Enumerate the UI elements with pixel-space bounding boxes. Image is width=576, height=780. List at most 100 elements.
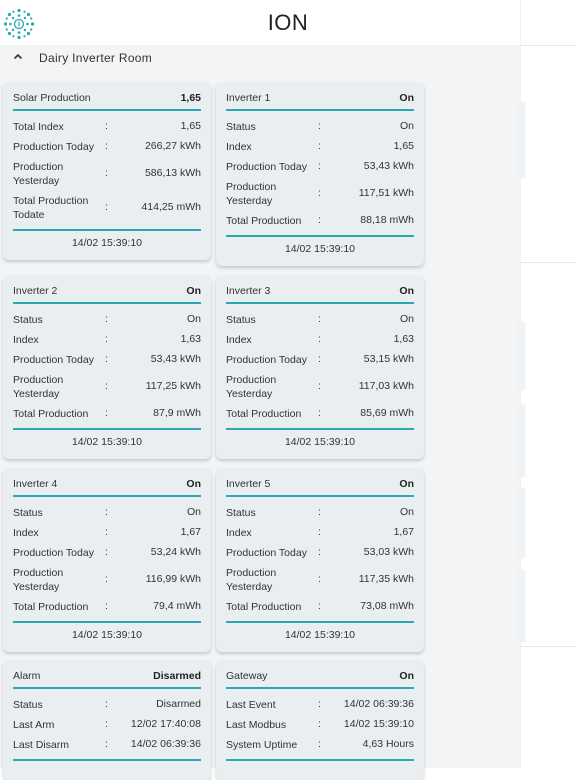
row-label: Total Production	[226, 215, 302, 227]
inverter-1-card[interactable]: Inverter 1 On Status: On Index:1,65 Produ…	[216, 82, 424, 266]
row-value: Disarmed	[156, 698, 201, 710]
row-label: Index	[226, 141, 252, 153]
row-separator: :	[318, 506, 321, 518]
row-separator: :	[318, 160, 321, 172]
row-value: On	[186, 506, 201, 518]
card-timestamp: 14/02 15:39:10	[71, 237, 143, 249]
card-divider	[226, 621, 414, 623]
row-separator: :	[105, 506, 108, 518]
row-separator: :	[105, 738, 108, 750]
app-header: ION	[0, 0, 576, 48]
card-timestamp: 14/02 15:39:10	[284, 243, 356, 255]
row-separator: :	[105, 573, 108, 585]
row-label: System Uptime	[226, 739, 298, 751]
row-separator: :	[318, 573, 321, 585]
data-row: Status: Disarmed	[13, 698, 201, 714]
row-value: 14/02 06:39:36	[343, 698, 414, 710]
alarm-card[interactable]: Alarm Disarmed Status: Disarmed Last Arm:…	[3, 660, 211, 780]
row-separator: :	[318, 738, 321, 750]
row-label: Last Event	[226, 699, 276, 711]
data-row: Status: On	[226, 120, 414, 136]
data-row: Total Production: 87,9 mWh	[13, 407, 201, 423]
card-timestamp: 14/02 15:39:10	[284, 629, 356, 641]
inverter-2-card[interactable]: Inverter 2 On Status: On Index:1,63 Produ…	[3, 275, 211, 459]
right-pane-divider	[520, 45, 576, 46]
row-separator: :	[105, 698, 108, 710]
row-value: On	[399, 120, 414, 132]
solar-production-card[interactable]: Solar Production 1,65 Total Index:1,65 P…	[3, 82, 211, 260]
right-pane-divider	[520, 262, 576, 263]
row-separator: :	[105, 333, 108, 345]
row-value: 1,67	[393, 526, 414, 538]
data-row: Index: 1,65	[226, 140, 414, 156]
row-separator: :	[318, 140, 321, 152]
row-label: Production Today	[13, 141, 94, 153]
row-separator: :	[105, 718, 108, 730]
row-separator: :	[318, 526, 321, 538]
data-row: Production Yesterday: 116,99 kWh	[13, 566, 201, 594]
row-value: 1,65	[180, 120, 201, 132]
row-value: 117,25 kWh	[145, 380, 201, 392]
right-pane-card-edge	[518, 570, 524, 642]
row-label: Index	[226, 334, 252, 346]
row-value: 53,24 kWh	[150, 546, 201, 558]
row-separator: :	[318, 380, 321, 392]
row-separator: :	[318, 600, 321, 612]
data-row: Status: On	[226, 506, 414, 522]
data-row: System Uptime: 4,63 Hours	[226, 738, 414, 754]
right-pane-divider	[520, 646, 576, 647]
right-pane-card-edge	[518, 102, 524, 178]
row-value: 1,63	[393, 333, 414, 345]
section-header[interactable]: Dairy Inverter Room	[0, 46, 520, 72]
chevron-up-icon[interactable]	[13, 52, 23, 62]
row-separator: :	[318, 718, 321, 730]
row-value: 14/02 06:39:36	[130, 738, 201, 750]
row-label: Total Production Todate	[13, 195, 89, 221]
card-divider	[13, 109, 201, 111]
row-value: On	[186, 313, 201, 325]
row-label: Total Production	[13, 408, 89, 420]
row-separator: :	[318, 698, 321, 710]
row-value: 79,4 mWh	[153, 600, 201, 612]
row-separator: :	[105, 353, 108, 365]
row-separator: :	[105, 201, 108, 213]
inverter-3-card[interactable]: Inverter 3 On Status: On Index:1,63 Produ…	[216, 275, 424, 459]
section-label: Dairy Inverter Room	[39, 51, 153, 65]
row-label: Production Today	[13, 354, 94, 366]
row-label: Index	[226, 527, 252, 539]
data-row: Index: 1,63	[226, 333, 414, 349]
row-label: Status	[13, 314, 43, 326]
row-value: 1,63	[180, 333, 201, 345]
row-label: Production Today	[226, 354, 307, 366]
data-row: Index: 1,67	[13, 526, 201, 542]
data-row: Total Production: 79,4 mWh	[13, 600, 201, 616]
row-value: 117,51 kWh	[358, 187, 414, 199]
data-row: Production Today: 53,15 kWh	[226, 353, 414, 369]
row-value: 117,03 kWh	[358, 380, 414, 392]
right-pane-card-edge	[518, 405, 524, 477]
row-label: Production Yesterday	[13, 567, 64, 593]
inverter-4-card[interactable]: Inverter 4 On Status: On Index:1,67 Produ…	[3, 468, 211, 652]
row-label: Total Production	[226, 408, 302, 420]
gateway-card[interactable]: Gateway On Last Event:14/02 06:39:36 Las…	[216, 660, 424, 780]
inverter-5-card[interactable]: Inverter 5 On Status: On Index:1,67 Produ…	[216, 468, 424, 652]
row-value: 14/02 15:39:10	[343, 718, 414, 730]
card-divider	[226, 109, 414, 111]
row-value: 12/02 17:40:08	[130, 718, 201, 730]
row-label: Total Production	[13, 601, 89, 613]
row-value: 53,15 kWh	[363, 353, 414, 365]
row-value: 116,99 kWh	[145, 573, 201, 585]
row-value: 73,08 mWh	[360, 600, 414, 612]
card-divider	[13, 687, 201, 689]
row-label: Production Today	[13, 547, 94, 559]
row-value: 53,03 kWh	[363, 546, 414, 558]
data-row: Production Today: 53,24 kWh	[13, 546, 201, 562]
row-value: 266,27 kWh	[144, 140, 201, 152]
right-pane-card-edge	[518, 322, 524, 390]
data-row: Total Production: 73,08 mWh	[226, 600, 414, 616]
row-value: 88,18 mWh	[360, 214, 414, 226]
row-separator: :	[318, 407, 321, 419]
row-label: Production Yesterday	[226, 567, 277, 593]
data-row: Status: On	[13, 506, 201, 522]
data-row: Production Yesterday: 117,35 kWh	[226, 566, 414, 594]
